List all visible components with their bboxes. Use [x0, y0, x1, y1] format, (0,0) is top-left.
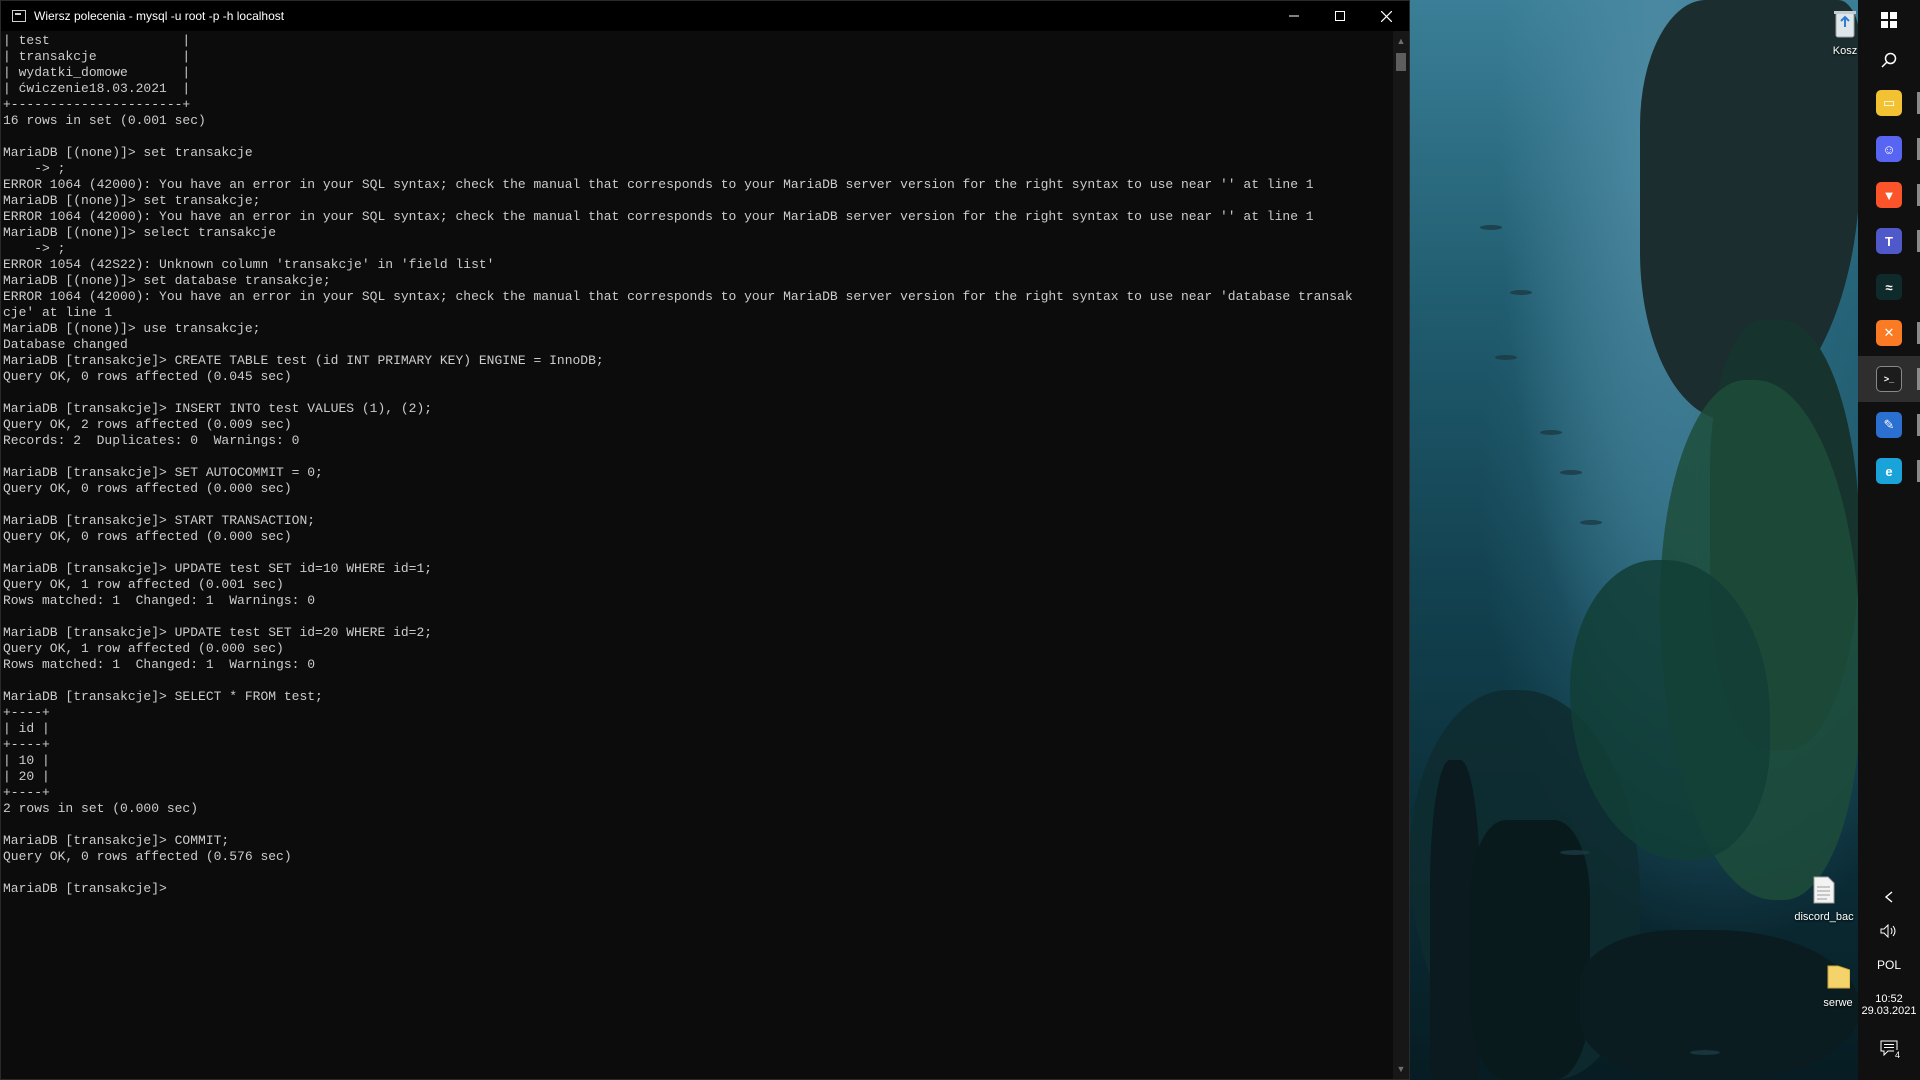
window-titlebar[interactable]: Wiersz polecenia - mysql -u root -p -h l… [1, 1, 1409, 31]
command-prompt-icon: >_ [1876, 366, 1902, 392]
search-button[interactable] [1858, 40, 1920, 80]
scrollbar-thumb[interactable] [1396, 53, 1406, 71]
desktop-icon-label: serwe [1823, 997, 1853, 1009]
command-prompt-icon [12, 10, 26, 22]
edge-browser-icon: e [1876, 458, 1902, 484]
windows-start-icon [1881, 12, 1897, 28]
taskbar-app-file-explorer[interactable]: ▭ [1858, 80, 1920, 126]
desktop-icon-label: discord_bac [1794, 911, 1854, 923]
app-wave-icon: ≈ [1876, 274, 1902, 300]
discord-icon: ☺ [1876, 136, 1902, 162]
paint-icon: ✎ [1876, 412, 1902, 438]
taskbar-app-command-prompt[interactable]: >_ [1858, 356, 1920, 402]
language-indicator[interactable]: POL [1858, 948, 1920, 982]
teams-icon: T [1876, 228, 1902, 254]
text-file-icon [1794, 876, 1854, 907]
chevron-left-icon [1884, 891, 1893, 903]
search-icon [1881, 52, 1897, 68]
volume-button[interactable] [1858, 914, 1920, 948]
maximize-icon [1335, 11, 1345, 21]
brave-browser-icon: ▼ [1876, 182, 1902, 208]
maximize-button[interactable] [1317, 1, 1363, 31]
start-button[interactable] [1858, 0, 1920, 40]
system-tray: POL 10:52 29.03.2021 4 [1858, 880, 1920, 1080]
desktop-icon-label: Kosz [1832, 45, 1858, 57]
desktop-icon-text-file[interactable]: discord_bac [1794, 876, 1854, 923]
taskbar-app-app-wave[interactable]: ≈ [1858, 264, 1920, 310]
desktop-screen: Kosz discord_bac serwe Wiersz polecenia … [0, 0, 1920, 1080]
show-hidden-icons-button[interactable] [1858, 880, 1920, 914]
clock-time: 10:52 [1875, 993, 1903, 1005]
file-explorer-icon: ▭ [1876, 90, 1902, 116]
taskbar-app-teams[interactable]: T [1858, 218, 1920, 264]
window-title: Wiersz polecenia - mysql -u root -p -h l… [34, 9, 285, 23]
command-prompt-window[interactable]: Wiersz polecenia - mysql -u root -p -h l… [0, 0, 1410, 1080]
close-button[interactable] [1363, 1, 1409, 31]
language-label: POL [1876, 958, 1901, 972]
taskbar-app-brave-browser[interactable]: ▼ [1858, 172, 1920, 218]
clock[interactable]: 10:52 29.03.2021 [1858, 982, 1920, 1028]
taskbar-app-edge-browser[interactable]: e [1858, 448, 1920, 494]
scroll-up-icon[interactable]: ▲ [1393, 33, 1409, 49]
taskbar-app-discord[interactable]: ☺ [1858, 126, 1920, 172]
clock-date: 29.03.2021 [1861, 1005, 1917, 1017]
console-output[interactable]: | test | | transakcje | | wydatki_domowe… [1, 31, 1393, 1079]
desktop-wallpaper [1410, 0, 1860, 1080]
volume-icon [1880, 924, 1896, 938]
vertical-scrollbar[interactable]: ▲ ▼ [1393, 31, 1409, 1079]
notification-count-badge: 4 [1894, 1050, 1902, 1060]
minimize-icon [1289, 15, 1299, 17]
action-center-button[interactable]: 4 [1858, 1028, 1920, 1068]
console-text[interactable]: | test | | transakcje | | wydatki_domowe… [3, 33, 1393, 897]
taskbar-app-paint[interactable]: ✎ [1858, 402, 1920, 448]
minimize-button[interactable] [1271, 1, 1317, 31]
taskbar-app-xampp[interactable]: ✕ [1858, 310, 1920, 356]
scroll-down-icon[interactable]: ▼ [1393, 1061, 1409, 1077]
xampp-icon: ✕ [1876, 320, 1902, 346]
close-icon [1380, 10, 1392, 22]
